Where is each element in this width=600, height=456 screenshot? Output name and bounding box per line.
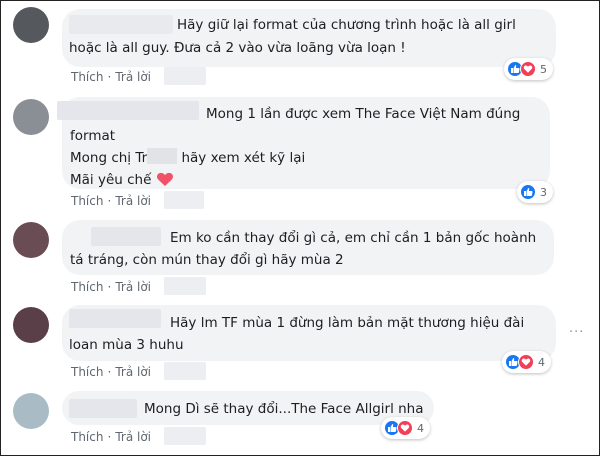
avatar[interactable] (13, 222, 49, 258)
timestamp-redacted (164, 362, 206, 380)
separator-dot: · (107, 430, 112, 444)
separator-dot: · (107, 365, 112, 379)
heart-emoji-icon (156, 172, 173, 186)
commenter-name-redacted[interactable] (91, 227, 161, 246)
commenter-name-redacted[interactable] (69, 399, 137, 418)
like-link[interactable]: Thích (71, 280, 103, 294)
love-icon (518, 354, 534, 370)
avatar[interactable] (13, 99, 49, 135)
comment-text: Mong Dì sẽ thay đổi...The Face Allgirl n… (144, 398, 424, 420)
reaction-summary[interactable]: 4 (502, 351, 551, 373)
comment-actions: Thích · Trả lời (71, 70, 151, 84)
reaction-count: 4 (417, 421, 424, 435)
comment-line: Mong Dì sẽ thay đổi...The Face Allgirl n… (144, 401, 424, 417)
comment-line: Hãy lm TF mùa 1 đừng làm bản mặt thương … (170, 315, 525, 331)
reaction-count: 5 (540, 62, 547, 76)
timestamp-redacted (164, 277, 206, 295)
timestamp-redacted (164, 427, 206, 445)
avatar[interactable] (13, 393, 49, 429)
avatar[interactable] (13, 307, 49, 343)
reply-link[interactable]: Trả lời (115, 70, 151, 84)
separator-dot: · (107, 70, 112, 84)
redacted-name (147, 148, 178, 164)
avatar[interactable] (13, 7, 49, 43)
reaction-summary[interactable]: 5 (504, 58, 553, 80)
commenter-name-redacted[interactable] (69, 15, 173, 34)
timestamp-redacted (164, 191, 204, 209)
comment-line: Mong chị Tr hãy xem xét kỹ lại (70, 147, 305, 169)
separator-dot: · (107, 280, 112, 294)
comment-text-cont: hoặc là all guy. Đưa cả 2 vào vừa loãng … (69, 37, 406, 59)
comment-text: Em ko cần thay đổi gì cả, em chỉ cần 1 b… (170, 227, 536, 249)
comment-text: Hãy lm TF mùa 1 đừng làm bản mặt thương … (170, 312, 524, 334)
comment-text: Mong 1 lần được xem The Face Việt Nam đú… (206, 103, 520, 125)
comment-actions: Thích · Trả lời (71, 365, 151, 379)
like-link[interactable]: Thích (71, 365, 103, 379)
separator-dot: · (107, 194, 112, 208)
like-link[interactable]: Thích (71, 70, 103, 84)
comment-line: tá tráng, còn mún thay đổi gì hãy mùa 2 (70, 252, 344, 268)
reaction-summary[interactable]: 3 (517, 181, 553, 203)
reply-link[interactable]: Trả lời (115, 194, 151, 208)
love-icon (397, 420, 413, 436)
timestamp-redacted (164, 67, 206, 85)
comment-line-part: hãy xem xét kỹ lại (177, 150, 306, 166)
reaction-summary[interactable]: 4 (381, 417, 430, 439)
reaction-count: 4 (538, 355, 545, 369)
love-icon (520, 61, 536, 77)
comment-text-cont: format Mong chị Tr hãy xem xét kỹ lại Mã… (70, 125, 305, 191)
reaction-count: 3 (540, 185, 547, 199)
comment-actions: Thích · Trả lời (71, 194, 151, 208)
comment-line: Mong 1 lần được xem The Face Việt Nam đú… (206, 106, 521, 122)
comment-line-part: Mãi yêu chế (70, 172, 152, 188)
reply-link[interactable]: Trả lời (115, 365, 151, 379)
comment-line: Hãy giữ lại format của chương trình hoặc… (177, 17, 516, 33)
commenter-name-redacted[interactable] (69, 309, 161, 328)
comment-actions: Thích · Trả lời (71, 280, 151, 294)
comment-line: format (70, 128, 116, 144)
like-link[interactable]: Thích (71, 194, 103, 208)
commenter-name-redacted[interactable] (57, 101, 199, 120)
comment-actions: Thích · Trả lời (71, 430, 151, 444)
comment-text-cont: tá tráng, còn mún thay đổi gì hãy mùa 2 (70, 249, 344, 271)
comment-line: Mãi yêu chế (70, 169, 305, 191)
comment-line: Em ko cần thay đổi gì cả, em chỉ cần 1 b… (170, 230, 537, 246)
comment-text: Hãy giữ lại format của chương trình hoặc… (177, 14, 516, 36)
more-options-icon[interactable]: ··· (569, 325, 584, 340)
like-icon (520, 184, 536, 200)
like-link[interactable]: Thích (71, 430, 103, 444)
comment-thread: Hãy giữ lại format của chương trình hoặc… (0, 0, 600, 456)
reply-link[interactable]: Trả lời (115, 280, 151, 294)
comment-text-cont: loan mùa 3 huhu (69, 334, 184, 356)
comment-line-part: Mong chị Tr (70, 150, 148, 166)
comment-line: hoặc là all guy. Đưa cả 2 vào vừa loãng … (69, 40, 406, 56)
reply-link[interactable]: Trả lời (115, 430, 151, 444)
comment-line: loan mùa 3 huhu (69, 337, 184, 353)
